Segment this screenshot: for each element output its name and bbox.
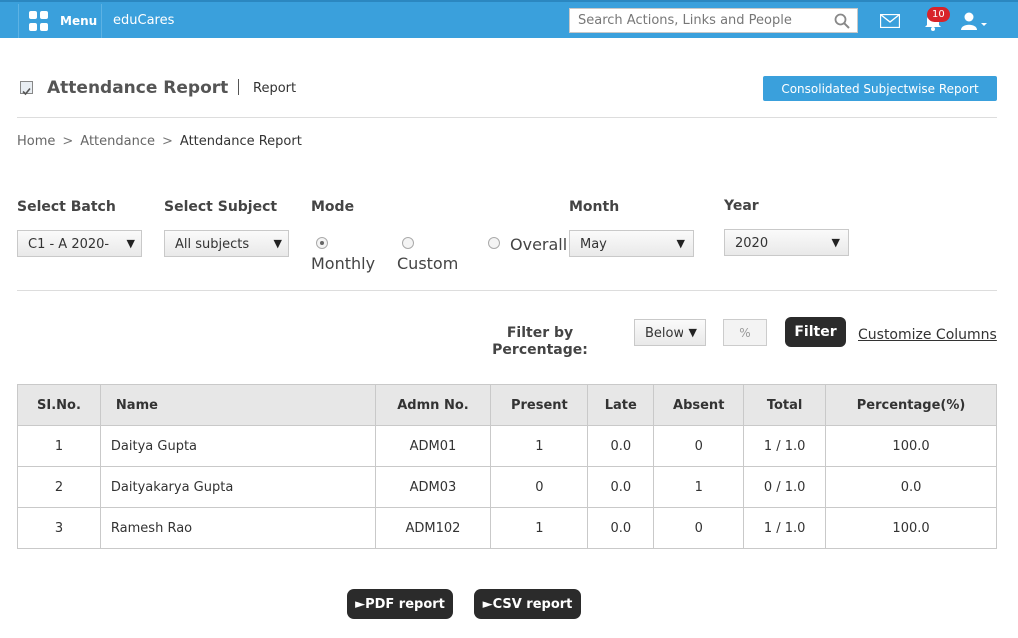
cell-total: 1 / 1.0 [743,507,827,549]
percentage-input[interactable]: % [723,319,767,346]
cell-sino: 2 [17,466,101,508]
csv-report-button[interactable]: ►CSV report [474,589,581,619]
mode-label: Mode [311,199,355,215]
column-header-late: Late [587,384,655,426]
cell-name: Daityakarya Gupta [99,466,376,508]
mode-overall-label: Overall [510,235,568,254]
cell-percentage: 0.0 [825,466,997,508]
batch-select[interactable]: C1 - A 2020- ▼ [17,230,142,257]
breadcrumb-home[interactable]: Home [17,134,55,149]
breadcrumb-current: Attendance Report [179,134,302,149]
column-header-absent: Absent [653,384,745,426]
cell-admn-no: ADM01 [374,425,492,467]
column-header-percentage: Percentage(%) [825,384,997,426]
brand-name[interactable]: eduCares [113,13,174,28]
year-label: Year [724,198,759,214]
column-header-sino: SI.No. [17,384,101,426]
cell-total: 0 / 1.0 [743,466,827,508]
notification-badge: 10 [927,7,950,22]
select-subject-label: Select Subject [164,199,278,215]
column-header-total: Total [743,384,827,426]
customize-columns-link[interactable]: Customize Columns [858,327,997,343]
page-checkbox-icon [20,81,33,96]
table-row: 1 Daitya Gupta ADM01 1 0.0 0 1 / 1.0 100… [17,425,997,467]
dropdown-caret-icon: ▼ [126,237,135,250]
dropdown-caret-icon: ▼ [831,236,840,249]
mode-monthly-label: Monthly [311,254,376,273]
mode-overall-radio[interactable] [488,237,500,249]
cell-sino: 1 [17,425,101,467]
year-select-value: 2020 [735,236,769,251]
breadcrumb: Home > Attendance > Attendance Report [17,134,302,149]
year-select[interactable]: 2020 ▼ [724,229,849,256]
subject-select-value: All subjects [175,237,250,252]
comparator-select[interactable]: Below ▼ [634,319,706,346]
cell-present: 1 [490,425,589,467]
subject-select[interactable]: All subjects ▼ [164,230,289,257]
cell-present: 1 [490,507,589,549]
consolidated-subjectwise-report-button[interactable]: Consolidated Subjectwise Report [763,76,997,101]
mode-custom-radio[interactable] [402,237,414,249]
mode-custom-label: Custom [397,254,459,273]
breadcrumb-separator: > [62,134,74,149]
filter-by-percentage-label: Filter by Percentage: [485,325,595,359]
mail-icon[interactable] [880,14,900,28]
cell-admn-no: ADM03 [374,466,492,508]
cell-late: 0.0 [587,507,655,549]
filter-by-label-line1: Filter by [506,325,574,341]
cell-absent: 0 [653,507,745,549]
cell-absent: 0 [653,425,745,467]
batch-select-value: C1 - A 2020- [28,237,110,252]
cell-admn-no: ADM102 [374,507,492,549]
filter-by-label-line2: Percentage: [492,342,588,358]
column-header-name: Name [99,384,376,426]
month-select[interactable]: May ▼ [569,230,694,257]
cell-present: 0 [490,466,589,508]
column-header-admn-no: Admn No. [374,384,492,426]
cell-late: 0.0 [587,425,655,467]
user-icon[interactable] [960,12,988,30]
search-box [569,8,858,33]
check-icon [22,87,31,96]
breadcrumb-separator: > [162,134,173,149]
select-batch-label: Select Batch [17,199,116,215]
cell-sino: 3 [17,507,101,549]
search-input[interactable] [570,9,820,32]
dropdown-caret-icon: ▼ [676,237,685,250]
mode-monthly-radio[interactable] [316,237,328,249]
top-nav-bar: Menu eduCares 10 [0,0,1018,38]
search-icon[interactable] [834,13,850,29]
page-subtitle: Report [253,81,297,96]
comparator-select-value: Below [645,326,683,341]
month-label: Month [569,199,620,215]
cell-percentage: 100.0 [825,507,997,549]
cell-late: 0.0 [587,466,655,508]
divider [17,117,997,118]
cell-name: Daitya Gupta [99,425,376,467]
month-select-value: May [580,237,607,252]
breadcrumb-attendance[interactable]: Attendance [80,134,155,149]
table-header-row: SI.No. Name Admn No. Present Late Absent… [17,384,997,426]
menu-button[interactable]: Menu [18,4,102,38]
title-divider [238,79,239,95]
cell-percentage: 100.0 [825,425,997,467]
filter-button[interactable]: Filter [785,317,846,347]
table-row: 2 Daityakarya Gupta ADM03 0 0.0 1 0 / 1.… [17,466,997,508]
grid-menu-icon [29,11,49,31]
cell-absent: 1 [653,466,745,508]
column-header-present: Present [490,384,589,426]
page-title: Attendance Report [47,78,229,98]
divider [17,290,997,291]
cell-name: Ramesh Rao [99,507,376,549]
pdf-report-button[interactable]: ►PDF report [347,589,453,619]
cell-total: 1 / 1.0 [743,425,827,467]
table-row: 3 Ramesh Rao ADM102 1 0.0 0 1 / 1.0 100.… [17,507,997,549]
dropdown-caret-icon: ▼ [688,326,697,339]
attendance-table: SI.No. Name Admn No. Present Late Absent… [17,384,997,549]
menu-label: Menu [60,14,98,28]
dropdown-caret-icon: ▼ [273,237,282,250]
